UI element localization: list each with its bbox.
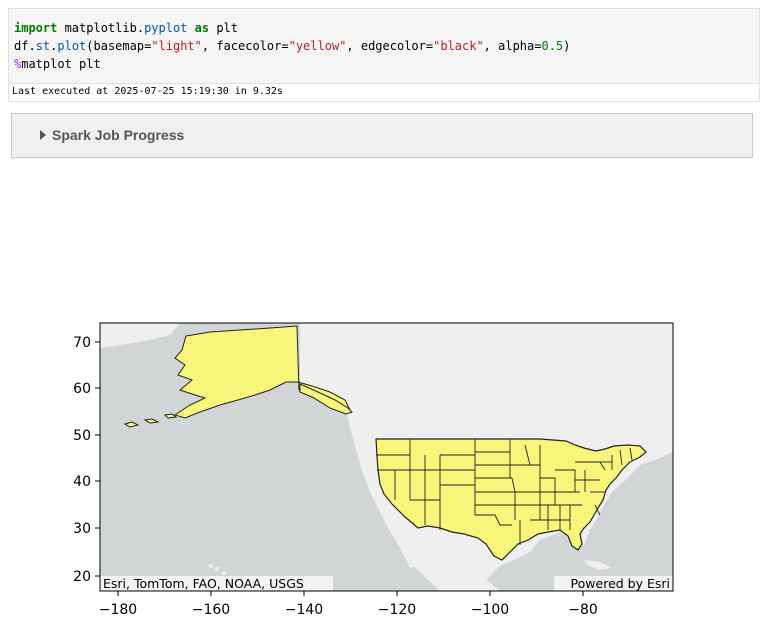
x-axis: −180 −160 −140 −120 −100 −80 [99, 591, 598, 618]
x-tick-label: −180 [99, 602, 137, 618]
y-tick-label: 30 [73, 521, 91, 537]
y-tick-label: 50 [73, 428, 91, 444]
y-tick-label: 20 [73, 569, 91, 585]
x-tick-label: −100 [471, 602, 509, 618]
x-tick-label: −80 [568, 602, 598, 618]
y-tick-label: 40 [73, 474, 91, 490]
x-tick-label: −120 [378, 602, 416, 618]
y-axis: 70 60 50 40 30 20 [73, 335, 100, 585]
y-tick-label: 70 [73, 335, 91, 351]
attribution-left: Esri, TomTom, FAO, NOAA, USGS [103, 576, 304, 591]
map-plot: Esri, TomTom, FAO, NOAA, USGS Powered by… [73, 322, 674, 618]
x-tick-label: −140 [285, 602, 323, 618]
attribution-right: Powered by Esri [571, 576, 670, 591]
y-tick-label: 60 [73, 381, 91, 397]
x-tick-label: −160 [192, 602, 230, 618]
